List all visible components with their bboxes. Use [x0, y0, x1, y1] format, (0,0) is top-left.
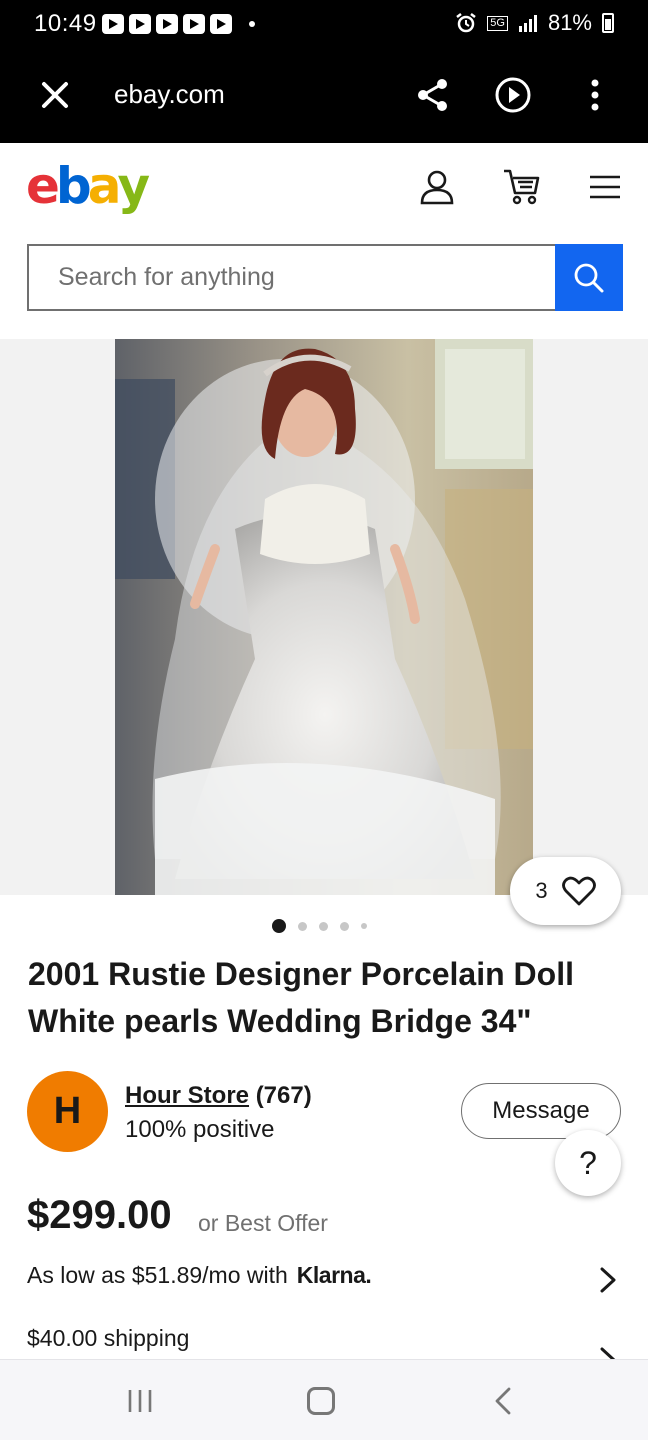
menu-button[interactable] — [588, 173, 622, 201]
cart-button[interactable] — [502, 168, 542, 206]
share-icon — [418, 79, 447, 111]
youtube-notification-icon — [156, 14, 178, 34]
more-notifications-dot — [249, 21, 255, 27]
shipping-cost[interactable]: $40.00 shipping — [27, 1325, 189, 1352]
pagination-dot-active[interactable] — [272, 919, 286, 933]
status-time: 10:49 — [34, 10, 97, 37]
best-offer-label: or Best Offer — [198, 1210, 328, 1236]
battery-icon — [602, 13, 614, 33]
youtube-notification-icon — [102, 14, 124, 34]
seller-info: Hour Store (767) — [125, 1082, 312, 1110]
pagination-dot[interactable] — [319, 921, 328, 931]
klarna-text: As low as $51.89/mo with — [27, 1262, 288, 1288]
recents-icon — [128, 1390, 152, 1412]
youtube-notification-icon — [210, 14, 232, 34]
watch-count: 3 — [535, 878, 548, 903]
youtube-notification-icon — [129, 14, 151, 34]
watch-button[interactable]: 3 — [510, 857, 621, 925]
gallery-pagination — [272, 919, 367, 933]
chevron-right-icon — [600, 1267, 616, 1293]
battery-percent: 81% — [547, 10, 592, 35]
seller-avatar[interactable]: H — [27, 1071, 108, 1152]
status-right: 5G 81% — [455, 10, 614, 36]
back-button[interactable] — [492, 1386, 514, 1416]
share-button[interactable] — [414, 76, 452, 114]
account-icon — [420, 170, 454, 205]
system-navigation-bar — [0, 1359, 648, 1440]
home-button[interactable] — [307, 1387, 335, 1415]
more-vertical-icon — [591, 79, 599, 111]
notification-icons — [102, 14, 255, 34]
search-field[interactable] — [27, 244, 557, 311]
search-icon — [574, 263, 604, 292]
klarna-chevron[interactable] — [596, 1265, 620, 1295]
pagination-dot[interactable] — [361, 923, 367, 929]
product-photo[interactable] — [115, 339, 533, 895]
klarna-financing-row[interactable]: As low as $51.89/mo with Klarna. — [27, 1262, 372, 1289]
search-button[interactable] — [555, 244, 623, 311]
play-circle-icon — [495, 77, 531, 113]
account-button[interactable] — [418, 168, 456, 206]
logo-letter-y: y — [117, 157, 150, 215]
help-icon: ? — [579, 1144, 597, 1181]
custom-tab-toolbar: ebay.com — [0, 48, 648, 143]
back-icon — [495, 1387, 511, 1415]
seller-feedback-count: (767) — [255, 1082, 312, 1109]
network-type: 5G — [487, 15, 508, 31]
doll-image — [115, 339, 533, 895]
url-text[interactable]: ebay.com — [114, 79, 225, 110]
listing-title: 2001 Rustie Designer Porcelain Doll Whit… — [28, 956, 574, 1039]
ebay-logo[interactable]: ebay — [26, 157, 150, 215]
ebay-header: ebay — [0, 143, 648, 339]
klarna-logo: Klarna. — [296, 1262, 372, 1288]
recents-button[interactable] — [126, 1388, 154, 1414]
logo-letter-e: e — [26, 157, 60, 215]
signal-icon — [518, 15, 537, 32]
hamburger-icon — [590, 175, 620, 199]
item-price: $299.00 — [27, 1193, 172, 1237]
more-options-button[interactable] — [580, 76, 610, 114]
chevron-right-icon — [600, 1347, 616, 1359]
seller-name-link[interactable]: Hour Store — [125, 1082, 249, 1109]
seller-positive-rating: 100% positive — [125, 1116, 275, 1143]
close-icon — [42, 82, 68, 108]
status-bar: 10:49 5G 81% — [0, 0, 648, 48]
search-input[interactable] — [29, 246, 557, 309]
youtube-notification-icon — [183, 14, 205, 34]
pagination-dot[interactable] — [298, 921, 307, 931]
cart-icon — [504, 169, 540, 205]
help-button[interactable]: ? — [555, 1130, 621, 1196]
close-tab-button[interactable] — [38, 78, 72, 112]
play-button[interactable] — [494, 76, 532, 114]
logo-letter-b: b — [55, 157, 92, 215]
shipping-chevron[interactable] — [596, 1345, 620, 1359]
heart-icon — [561, 876, 596, 906]
logo-letter-a: a — [87, 157, 122, 215]
product-image-gallery[interactable]: 3 — [0, 339, 648, 925]
pagination-dot[interactable] — [340, 921, 349, 931]
alarm-icon — [456, 13, 477, 33]
